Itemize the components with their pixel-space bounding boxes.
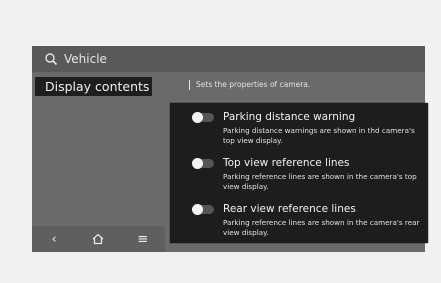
setting-title: Parking distance warning xyxy=(223,111,356,123)
setting-description: Parking reference lines are shown in the… xyxy=(223,218,420,237)
search-icon[interactable] xyxy=(44,52,58,66)
toggle-switch[interactable] xyxy=(192,204,214,215)
header-bar: Vehicle xyxy=(32,46,425,72)
home-icon[interactable] xyxy=(88,229,108,249)
settings-panel: Parking distance warning Parking distanc… xyxy=(170,103,428,243)
menu-icon[interactable]: ≡ xyxy=(133,229,153,249)
sidebar-item-display-contents[interactable]: Display contents xyxy=(35,77,152,96)
page-title: Vehicle xyxy=(64,52,107,66)
toggle-switch[interactable] xyxy=(192,112,214,123)
bottom-nav: ‹ ≡ xyxy=(32,226,165,252)
section-hint: Sets the properties of camera. xyxy=(189,80,310,90)
toggle-switch[interactable] xyxy=(192,158,214,169)
infotainment-screen: Vehicle Display contents ‹ ≡ Sets the pr… xyxy=(32,46,428,252)
back-icon[interactable]: ‹ xyxy=(44,229,64,249)
setting-title: Rear view reference lines xyxy=(223,203,356,215)
sidebar: Display contents xyxy=(32,72,165,226)
setting-title: Top view reference lines xyxy=(223,157,350,169)
setting-description: Parking distance warnings are shown in t… xyxy=(223,126,415,145)
setting-description: Parking reference lines are shown in the… xyxy=(223,172,417,191)
